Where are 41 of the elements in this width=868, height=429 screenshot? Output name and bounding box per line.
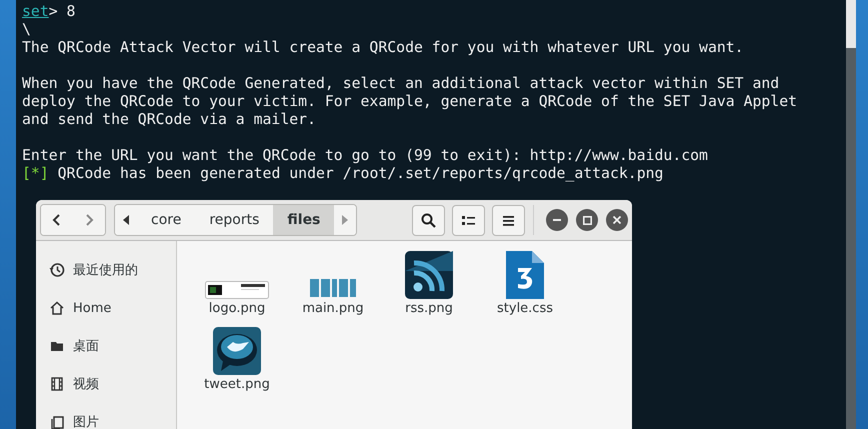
sidebar-item[interactable]: 视频	[73, 375, 99, 393]
path-segment[interactable]: files	[273, 205, 334, 235]
terminal-text: \	[22, 21, 31, 38]
maximize-button[interactable]	[576, 209, 598, 231]
sidebar-item[interactable]: 桌面	[73, 337, 99, 355]
terminal-text: The QRCode Attack Vector will create a QRCode for you with whatever URL you want.	[22, 39, 744, 56]
file-name[interactable]: main.png	[302, 301, 364, 316]
css-file-icon	[506, 251, 544, 299]
minimize-button[interactable]	[546, 209, 568, 231]
forward-icon	[84, 213, 94, 227]
caret-icon	[123, 215, 129, 225]
picture-icon	[49, 414, 65, 429]
caret-icon	[342, 215, 348, 225]
maximize-icon	[582, 216, 592, 224]
back-icon	[52, 213, 62, 227]
sidebar-item[interactable]: Home	[73, 300, 112, 316]
search-icon	[421, 212, 436, 228]
status-marker: [*]	[22, 165, 49, 182]
close-icon	[613, 216, 621, 224]
terminal-text: > 8	[48, 3, 76, 20]
prompt-label: set	[22, 3, 49, 20]
terminal-text: QRCode has been generated under /root/.set/reports/qrcode_attack.png	[56, 165, 664, 182]
terminal-text: When you have the QRCode Generated, select an additional attack vector within SET and	[22, 75, 780, 92]
file-name[interactable]: rss.png	[405, 301, 453, 316]
minimize-icon	[553, 219, 561, 221]
menu-button[interactable]	[492, 204, 525, 236]
recent-icon	[49, 262, 65, 278]
view-button[interactable]	[452, 204, 485, 236]
file-name[interactable]: tweet.png	[204, 377, 270, 392]
sidebar-item[interactable]: 图片	[73, 413, 99, 429]
home-icon	[49, 300, 65, 316]
terminal-text: Enter the URL you want the QRCode to go to (99 to exit): http://www.baidu.com	[22, 147, 708, 164]
terminal-text: deploy the QRCode to your victim. For example, generate a QRCode of the SET Java Applet	[22, 93, 798, 110]
file-name[interactable]: logo.png	[208, 301, 266, 316]
search-button[interactable]	[412, 204, 445, 236]
sidebar-item[interactable]: 最近使用的	[73, 261, 138, 279]
close-button[interactable]	[606, 209, 628, 231]
terminal-text: and send the QRCode via a mailer.	[22, 111, 316, 128]
file-name[interactable]: style.css	[497, 301, 553, 316]
scrollbar-thumb[interactable]	[846, 0, 856, 48]
film-icon	[49, 376, 65, 392]
